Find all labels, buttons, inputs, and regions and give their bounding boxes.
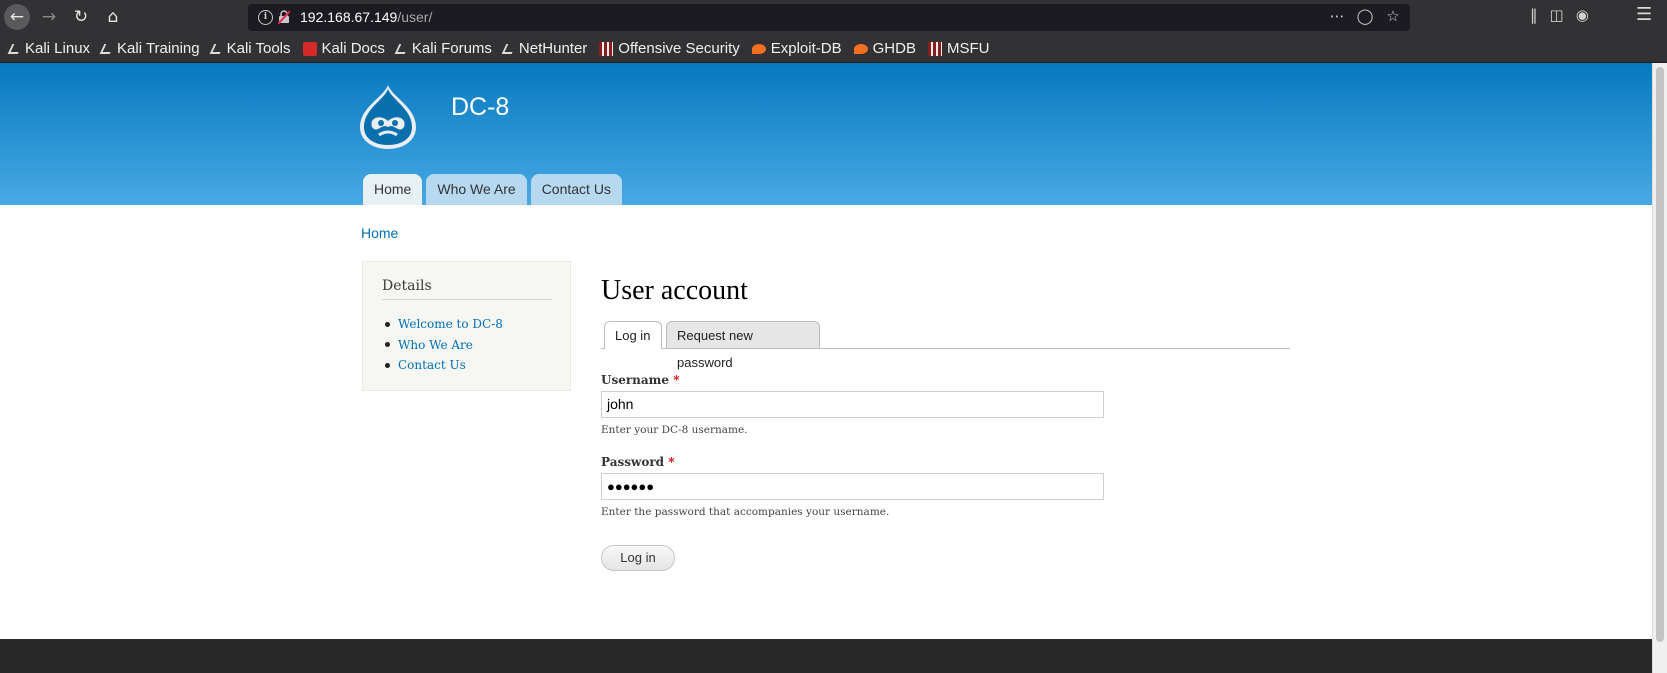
bookmark-label: Kali Forums xyxy=(411,40,492,57)
page-scrollbar[interactable] xyxy=(1652,63,1667,673)
page-title: User account xyxy=(601,275,748,306)
site-footer xyxy=(0,639,1652,673)
more-actions-icon[interactable]: ⋯ xyxy=(1328,7,1346,25)
offsec-icon xyxy=(927,41,942,56)
reload-icon[interactable]: ↻ xyxy=(68,4,94,30)
bookmarks-bar: Kali Linux Kali Training Kali Tools Kali… xyxy=(0,35,1667,63)
bookmark-label: Offensive Security xyxy=(618,40,740,57)
bookmark-label: MSFU xyxy=(946,40,990,57)
kali-icon xyxy=(394,43,410,54)
bookmark-kali-training[interactable]: Kali Training xyxy=(99,40,200,57)
bookmark-kali-linux[interactable]: Kali Linux xyxy=(7,40,91,57)
sidebar-link-label: Contact Us xyxy=(398,358,466,373)
kali-docs-icon xyxy=(302,41,317,56)
main-menu: Home Who We Are Contact Us xyxy=(363,174,622,205)
sidebar-link-welcome[interactable]: Welcome to DC-8 xyxy=(382,314,503,335)
bookmark-offensive-security[interactable]: Offensive Security xyxy=(599,40,740,57)
sidebar-links: Welcome to DC-8 Who We Are Contact Us xyxy=(382,314,503,376)
pocket-icon[interactable]: ◯ xyxy=(1356,7,1374,25)
back-arrow-icon[interactable]: ← xyxy=(4,4,30,30)
username-label: Username * xyxy=(601,373,679,387)
bookmark-kali-forums[interactable]: Kali Forums xyxy=(394,40,492,57)
bookmark-label: Kali Linux xyxy=(25,40,91,57)
tab-log-in[interactable]: Log in xyxy=(604,321,662,349)
bullet-icon xyxy=(385,342,390,348)
bookmark-nethunter[interactable]: NetHunter xyxy=(501,40,588,57)
browser-toolbar: ← → ↻ ⌂ i 192.168.67.149/user/ ⋯ ◯ ☆ ‖ ◫… xyxy=(0,0,1667,35)
sidebar-link-contact-us[interactable]: Contact Us xyxy=(382,355,503,376)
kali-icon xyxy=(501,43,517,54)
bookmark-label: Kali Training xyxy=(117,40,200,57)
sidebar-title: Details xyxy=(382,278,552,300)
bookmark-label: Exploit-DB xyxy=(770,40,842,57)
library-icon[interactable]: ‖ xyxy=(1530,6,1538,24)
breadcrumb-home[interactable]: Home xyxy=(361,225,398,241)
address-bar[interactable]: i 192.168.67.149/user/ ⋯ ◯ ☆ xyxy=(248,4,1410,31)
kali-icon xyxy=(7,43,23,54)
bookmark-msfu[interactable]: MSFU xyxy=(927,40,990,57)
bookmark-label: Kali Tools xyxy=(226,40,291,57)
url-path: /user/ xyxy=(397,9,433,25)
sidebar-toggle-icon[interactable]: ◫ xyxy=(1550,6,1564,24)
bookmark-exploit-db[interactable]: Exploit-DB xyxy=(751,40,842,57)
url-host: 192.168.67.149 xyxy=(300,9,398,25)
menu-item-contact-us[interactable]: Contact Us xyxy=(530,174,622,205)
home-icon[interactable]: ⌂ xyxy=(100,4,126,30)
tab-request-new-password[interactable]: Request new password xyxy=(666,321,820,370)
bullet-icon xyxy=(385,362,390,368)
menu-item-who-we-are[interactable]: Who We Are xyxy=(426,174,527,205)
login-submit-button[interactable]: Log in xyxy=(601,545,675,571)
forward-arrow-icon[interactable]: → xyxy=(36,4,62,30)
insecure-lock-icon[interactable] xyxy=(278,10,290,24)
bookmark-label: NetHunter xyxy=(518,40,588,57)
username-label-text: Username xyxy=(601,373,670,387)
kali-icon xyxy=(209,43,224,54)
drupal-logo-icon[interactable] xyxy=(358,83,418,151)
required-marker: * xyxy=(668,455,675,469)
url-text[interactable]: 192.168.67.149/user/ xyxy=(300,9,432,25)
username-description: Enter your DC-8 username. xyxy=(601,424,748,436)
password-input[interactable]: ●●●●●● xyxy=(601,473,1104,500)
exploit-db-icon xyxy=(853,43,868,54)
offsec-icon xyxy=(599,41,614,56)
sidebar-link-label: Who We Are xyxy=(398,337,473,352)
password-description: Enter the password that accompanies your… xyxy=(601,506,890,518)
sidebar-link-label: Welcome to DC-8 xyxy=(398,317,503,332)
bookmark-label: GHDB xyxy=(872,40,916,57)
kali-icon xyxy=(99,43,115,54)
bookmark-label: Kali Docs xyxy=(321,40,385,57)
scrollbar-thumb[interactable] xyxy=(1656,67,1664,642)
password-label-text: Password xyxy=(601,455,665,469)
required-marker: * xyxy=(673,373,680,387)
hamburger-menu-icon[interactable]: ☰ xyxy=(1636,4,1652,25)
bullet-icon xyxy=(385,321,390,327)
site-name[interactable]: DC-8 xyxy=(451,93,509,122)
password-label: Password * xyxy=(601,455,675,469)
bookmark-kali-tools[interactable]: Kali Tools xyxy=(209,40,291,57)
account-icon[interactable]: ◉ xyxy=(1576,6,1589,24)
bookmark-star-icon[interactable]: ☆ xyxy=(1384,7,1402,25)
bookmark-ghdb[interactable]: GHDB xyxy=(853,40,916,57)
menu-item-home[interactable]: Home xyxy=(363,174,423,205)
bookmark-kali-docs[interactable]: Kali Docs xyxy=(302,40,385,57)
exploit-db-icon xyxy=(751,43,766,54)
username-input[interactable]: john xyxy=(601,391,1104,418)
sidebar-details-block: Details Welcome to DC-8 Who We Are Conta… xyxy=(362,261,571,391)
sidebar-link-who-we-are[interactable]: Who We Are xyxy=(382,335,503,356)
info-icon[interactable]: i xyxy=(258,10,273,25)
site-header: DC-8 Home Who We Are Contact Us xyxy=(0,63,1652,205)
